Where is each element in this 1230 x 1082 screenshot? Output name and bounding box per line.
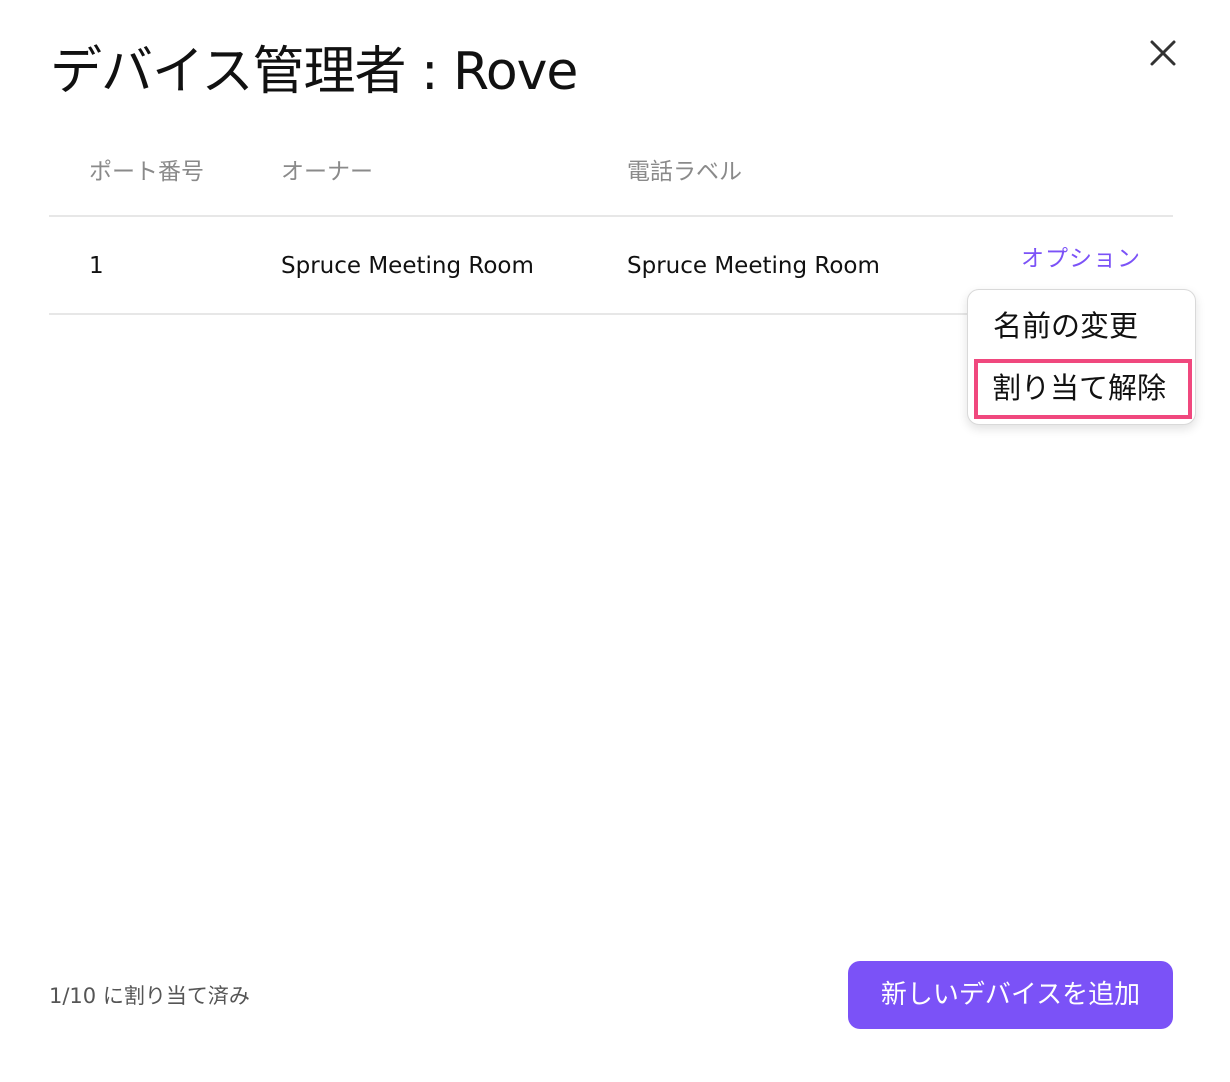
cell-port: 1 (89, 253, 104, 279)
options-dropdown-menu: 名前の変更 割り当て解除 (967, 289, 1196, 425)
dialog-title: デバイス管理者 : Rove (50, 42, 578, 102)
column-header-phone-label: 電話ラベル (627, 159, 742, 185)
cell-owner: Spruce Meeting Room (281, 253, 534, 279)
device-manager-dialog: デバイス管理者 : Rove ポート番号 オーナー 電話ラベル 1 Spruce… (0, 0, 1230, 1082)
assignment-status: 1/10 に割り当て済み (49, 984, 250, 1008)
cell-phone-label: Spruce Meeting Room (627, 253, 880, 279)
menu-item-rename[interactable]: 名前の変更 (993, 306, 1138, 346)
close-button[interactable] (1140, 30, 1186, 76)
header-divider (49, 215, 1173, 217)
add-new-device-button[interactable]: 新しいデバイスを追加 (848, 961, 1173, 1029)
menu-item-unassign[interactable]: 割り当て解除 (992, 368, 1166, 408)
column-header-owner: オーナー (281, 159, 373, 185)
column-header-port: ポート番号 (89, 159, 204, 185)
options-link[interactable]: オプション (1021, 243, 1141, 275)
close-icon (1150, 40, 1176, 66)
